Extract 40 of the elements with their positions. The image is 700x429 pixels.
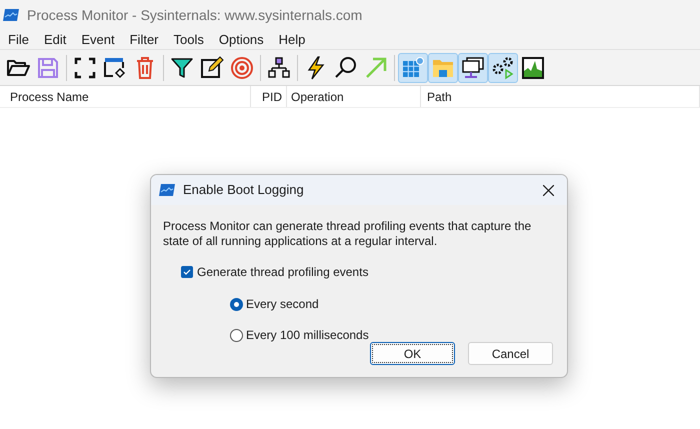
computers-icon — [461, 56, 485, 80]
radio-button[interactable] — [230, 328, 243, 342]
pencil-icon — [200, 56, 224, 80]
dialog-button[interactable]: Cancel — [468, 342, 553, 365]
menu-item[interactable]: Options — [212, 30, 270, 50]
checkbox-label: Generate thread profiling events — [197, 264, 368, 281]
menu-item[interactable]: Event — [75, 30, 121, 50]
radio-label: Every second — [246, 296, 319, 313]
toolbar-button[interactable] — [488, 52, 518, 82]
dialog-button[interactable]: OK — [370, 342, 455, 365]
column-header[interactable]: Path — [421, 86, 700, 107]
close-icon — [542, 184, 554, 196]
column-header[interactable]: Operation — [287, 86, 421, 107]
grid-icon — [401, 56, 425, 80]
search-icon — [334, 56, 358, 80]
menu-item[interactable]: Tools — [168, 30, 210, 50]
dialog-title: Enable Boot Logging — [183, 181, 304, 200]
window-title: Process Monitor - Sysinternals: www.sysinternals.com — [27, 6, 362, 25]
radio-button[interactable] — [230, 298, 243, 310]
frame-corners-icon — [73, 56, 97, 80]
hierarchy-icon — [267, 56, 291, 80]
column-header[interactable]: PID — [251, 86, 287, 107]
radio-label: Every 100 milliseconds — [246, 327, 369, 344]
app-logo-icon — [3, 9, 19, 21]
checkbox[interactable] — [181, 266, 193, 278]
chart-icon — [521, 56, 545, 80]
diagonal-arrow-icon — [364, 56, 388, 80]
window-icon — [103, 56, 127, 80]
target-icon — [230, 56, 254, 80]
menu-item[interactable]: File — [2, 30, 35, 50]
toolbar-button[interactable] — [458, 52, 488, 82]
app-logo-icon — [159, 184, 175, 196]
filter-icon — [170, 56, 194, 80]
gears-icon — [491, 56, 515, 80]
column-header[interactable]: Process Name — [0, 86, 251, 107]
menu-item[interactable]: Help — [272, 30, 312, 50]
menu-item[interactable]: Filter — [124, 30, 164, 50]
checkmark-icon — [183, 268, 191, 276]
menu-item[interactable]: Edit — [38, 30, 72, 50]
dialog-message: Process Monitor can generate thread profiling events that capture the state of all running applications at a regular interval. — [163, 219, 532, 249]
